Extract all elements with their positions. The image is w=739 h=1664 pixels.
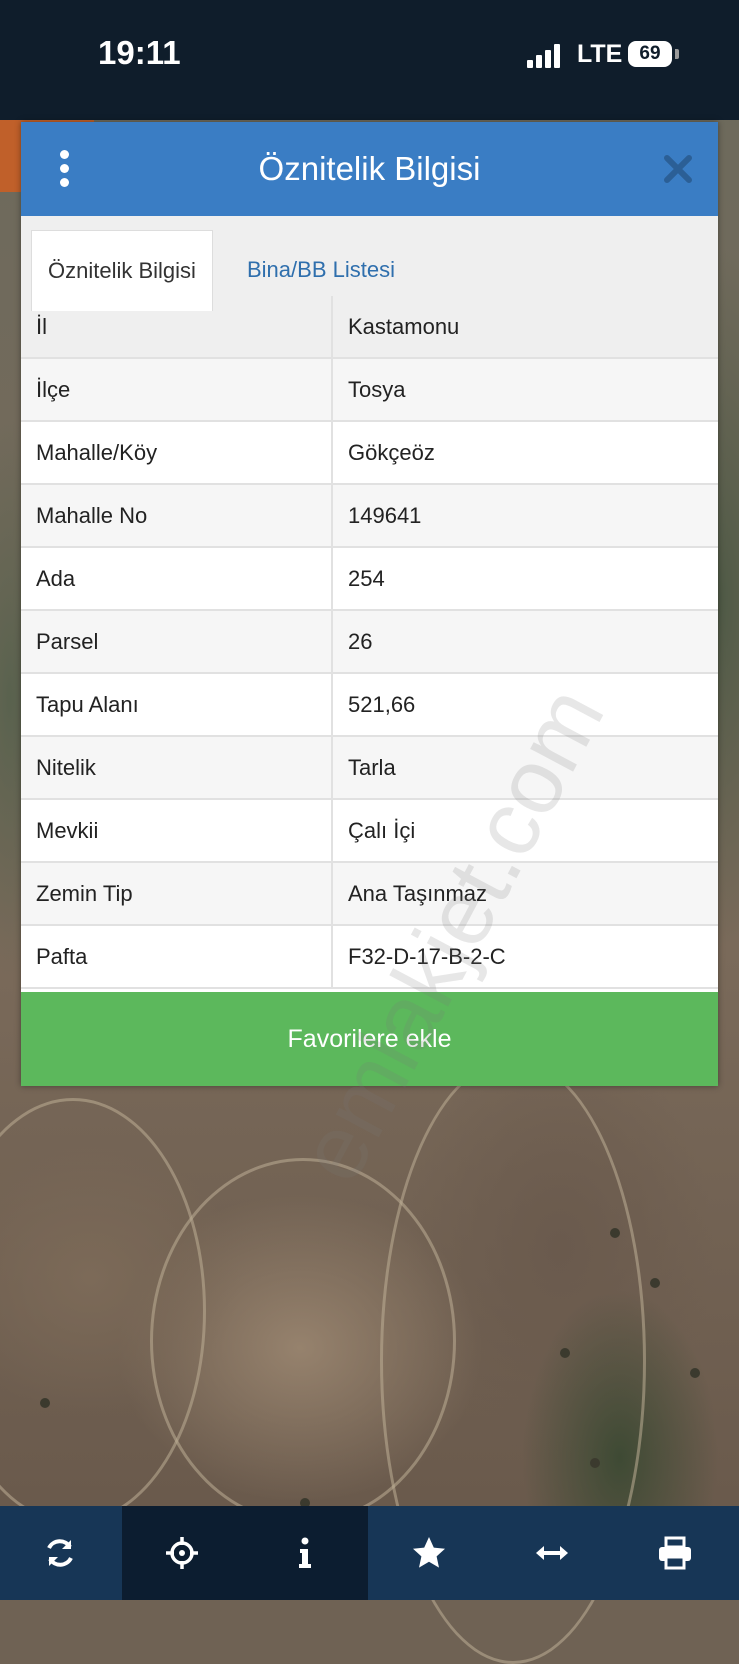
status-bar: 19:11 LTE 69: [0, 0, 739, 120]
row-key: Mevkii: [36, 818, 99, 843]
row-key: Parsel: [36, 629, 99, 654]
table-row: Zemin Tip Ana Taşınmaz: [21, 863, 718, 926]
row-value: 149641: [348, 503, 422, 528]
row-value: 254: [348, 566, 385, 591]
status-time: 19:11: [98, 34, 181, 71]
row-value: Tosya: [348, 377, 406, 402]
attribute-table: İl Kastamonu İlçe Tosya Mahalle/Köy Gökçeöz…: [21, 296, 718, 989]
refresh-icon[interactable]: [40, 1533, 80, 1573]
dialog-title: Öznitelik Bilgisi: [258, 150, 481, 187]
table-row: İl Kastamonu: [21, 296, 718, 359]
row-value: Gökçeöz: [348, 440, 435, 465]
attribute-dialog: Öznitelik Bilgisi Öznitelik Bilgisi Bina…: [21, 122, 718, 1197]
dialog-header: Öznitelik Bilgisi: [21, 122, 718, 216]
selected-tools-highlight: [122, 1506, 368, 1600]
measure-icon[interactable]: [532, 1533, 572, 1573]
row-key: İlçe: [36, 377, 71, 402]
row-key: Tapu Alanı: [36, 692, 139, 717]
table-row: Mevkii Çalı İçi: [21, 800, 718, 863]
info-icon[interactable]: [285, 1533, 325, 1573]
close-icon[interactable]: [661, 152, 695, 186]
row-value: Çalı İçi: [348, 818, 416, 843]
table-row: Mahalle/Köy Gökçeöz: [21, 422, 718, 485]
network-label: LTE: [577, 40, 623, 68]
row-value: 521,66: [348, 692, 416, 717]
row-key: Mahalle No: [36, 503, 148, 528]
row-value: 26: [348, 629, 373, 654]
signal-icon: [527, 44, 563, 68]
table-row: Parsel 26: [21, 611, 718, 674]
row-value: Kastamonu: [348, 314, 460, 339]
battery-tip: [675, 49, 679, 59]
row-key: Nitelik: [36, 755, 96, 780]
bottom-toolbar: [0, 1506, 739, 1600]
row-key: Mahalle/Köy: [36, 440, 158, 465]
row-key: Zemin Tip: [36, 881, 133, 906]
table-row: İlçe Tosya: [21, 359, 718, 422]
table-row: Nitelik Tarla: [21, 737, 718, 800]
battery-icon: 69: [628, 41, 672, 67]
star-icon[interactable]: [409, 1533, 449, 1573]
print-icon[interactable]: [655, 1533, 695, 1573]
table-row: Mahalle No 149641: [21, 485, 718, 548]
row-key: İl: [36, 314, 47, 339]
row-key: Pafta: [36, 944, 88, 969]
more-vertical-icon[interactable]: [59, 150, 69, 188]
locate-icon[interactable]: [162, 1533, 202, 1573]
row-value: Tarla: [348, 755, 396, 780]
table-row: Ada 254: [21, 548, 718, 611]
row-key: Ada: [36, 566, 76, 591]
